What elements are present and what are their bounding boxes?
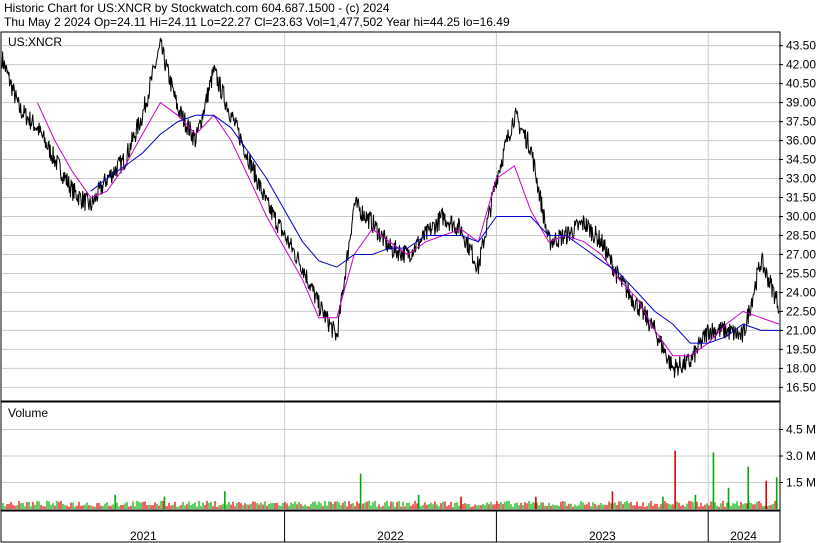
price-tick-label: 33.00	[786, 172, 816, 186]
x-tick-label: 2023	[589, 529, 616, 543]
x-tick-label: 2024	[730, 529, 757, 543]
price-tick-label: 27.00	[786, 247, 816, 261]
volume-panel-label: Volume	[8, 406, 48, 420]
price-panel-label: US:XNCR	[8, 35, 62, 49]
price-tick-label: 39.00	[786, 96, 816, 110]
price-tick-label: 31.50	[786, 191, 816, 205]
volume-y-axis: 1.5 M 3.0 M 4.5 M	[779, 423, 816, 490]
price-tick-label: 19.50	[786, 342, 816, 356]
price-tick-label: 37.50	[786, 115, 816, 129]
volume-tick-label: 4.5 M	[786, 423, 816, 437]
price-tick-label: 25.50	[786, 266, 816, 280]
price-tick-label: 22.50	[786, 304, 816, 318]
price-tick-label: 42.00	[786, 58, 816, 72]
price-tick-label: 28.50	[786, 228, 816, 242]
price-tick-label: 16.50	[786, 380, 816, 394]
price-y-axis: 16.50 18.00 19.50 21.00 22.50 24.00 25.50 27.00…	[779, 39, 816, 394]
volume-tick-label: 1.5 M	[786, 476, 816, 490]
price-tick-label: 21.00	[786, 323, 816, 337]
x-tick-label: 2021	[130, 529, 157, 543]
price-tick-label: 43.50	[786, 39, 816, 53]
price-tick-label: 36.00	[786, 134, 816, 148]
price-tick-label: 18.00	[786, 361, 816, 375]
x-tick-label: 2022	[377, 529, 404, 543]
price-tick-label: 30.00	[786, 210, 816, 224]
stock-chart: 16.50 18.00 19.50 21.00 22.50 24.00 25.50 27.00…	[0, 31, 816, 543]
price-tick-label: 40.50	[786, 77, 816, 91]
volume-tick-label: 3.0 M	[786, 449, 816, 463]
price-tick-label: 34.50	[786, 153, 816, 167]
price-tick-label: 24.00	[786, 285, 816, 299]
